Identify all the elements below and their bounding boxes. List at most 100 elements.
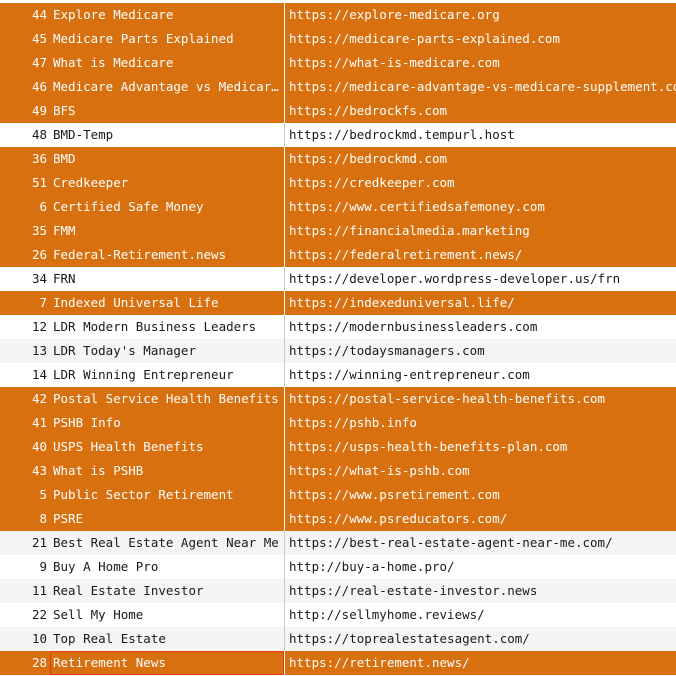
site-url-cell[interactable]: https://real-estate-investor.news (284, 579, 676, 603)
site-name-cell[interactable]: PSRE (50, 507, 284, 531)
site-url-cell[interactable]: https://medicare-advantage-vs-medicare-s… (284, 75, 676, 99)
site-id-cell: 12 (31, 319, 47, 334)
site-id-cell: 26 (31, 247, 47, 262)
site-name-cell[interactable]: BMD-Temp (50, 123, 284, 147)
site-name-cell[interactable]: Real Estate Investor (50, 579, 284, 603)
sites-table: 44 Explore Medicare https://explore-medica… (0, 0, 676, 675)
site-name-cell[interactable]: Best Real Estate Agent Near Me (50, 531, 284, 555)
table-row[interactable]: 44 Explore Medicare https://explore-medica… (0, 3, 676, 27)
site-url-cell[interactable]: https://best-real-estate-agent-near-me.c… (284, 531, 676, 555)
table-row[interactable]: 51 Credkeeper https://credkeeper.com (0, 171, 676, 195)
table-row[interactable]: 46 Medicare Advantage vs Medicare… https:/… (0, 75, 676, 99)
table-row[interactable]: 28 Retirement News https://retirement.news… (0, 651, 676, 675)
table-row[interactable]: 42 Postal Service Health Benefits https://… (0, 387, 676, 411)
site-id-cell: 48 (31, 127, 47, 142)
table-row[interactable]: 26 Federal-Retirement.news https://federal… (0, 243, 676, 267)
site-name-cell[interactable]: Sell My Home (50, 603, 284, 627)
site-url-cell[interactable]: https://postal-service-health-benefits.c… (284, 387, 676, 411)
site-url-cell[interactable]: https://www.psreducators.com/ (284, 507, 676, 531)
site-name-cell[interactable]: PSHB Info (50, 411, 284, 435)
table-row[interactable]: 41 PSHB Info https://pshb.info (0, 411, 676, 435)
site-id-cell: 21 (31, 535, 47, 550)
site-url-cell[interactable]: http://buy-a-home.pro/ (284, 555, 676, 579)
site-url-cell[interactable]: https://www.psretirement.com (284, 483, 676, 507)
site-id-cell: 9 (39, 559, 47, 574)
table-row[interactable]: 35 FMM https://financialmedia.marketing (0, 219, 676, 243)
table-row[interactable]: 10 Top Real Estate https://toprealestatesa… (0, 627, 676, 651)
site-id-cell: 6 (39, 199, 47, 214)
site-name-cell[interactable]: Explore Medicare (50, 3, 284, 27)
site-url-cell[interactable]: https://modernbusinessleaders.com (284, 315, 676, 339)
site-url-cell[interactable]: https://retirement.news/ (284, 651, 676, 675)
table-row[interactable]: 5 Public Sector Retirement https://www.psr… (0, 483, 676, 507)
site-url-cell[interactable]: https://medicare-parts-explained.com (284, 27, 676, 51)
site-name-cell[interactable]: Medicare Advantage vs Medicare… (50, 75, 284, 99)
table-row[interactable]: 36 BMD https://bedrockmd.com (0, 147, 676, 171)
site-name-cell[interactable]: Medicare Parts Explained (50, 27, 284, 51)
site-name-cell[interactable]: Postal Service Health Benefits (50, 387, 284, 411)
site-id-cell: 22 (31, 607, 47, 622)
table-row[interactable]: 34 FRN https://developer.wordpress-develop… (0, 267, 676, 291)
site-name-cell[interactable]: Retirement News (50, 651, 284, 675)
site-url-cell[interactable]: https://todaysmanagers.com (284, 339, 676, 363)
site-name-cell[interactable]: BMD (50, 147, 284, 171)
table-row[interactable]: 8 PSRE https://www.psreducators.com/ (0, 507, 676, 531)
site-url-cell[interactable]: https://bedrockmd.tempurl.host (284, 123, 676, 147)
site-id-cell: 42 (31, 391, 47, 406)
site-name-cell[interactable]: Credkeeper (50, 171, 284, 195)
site-url-cell[interactable]: https://winning-entrepreneur.com (284, 363, 676, 387)
site-name-cell[interactable]: LDR Today's Manager (50, 339, 284, 363)
site-name-cell[interactable]: Public Sector Retirement (50, 483, 284, 507)
site-name-cell[interactable]: Certified Safe Money (50, 195, 284, 219)
site-id-cell: 41 (31, 415, 47, 430)
site-url-cell[interactable]: https://credkeeper.com (284, 171, 676, 195)
site-url-cell[interactable]: https://indexeduniversal.life/ (284, 291, 676, 315)
site-name-cell[interactable]: What is PSHB (50, 459, 284, 483)
site-url-cell[interactable]: https://www.certifiedsafemoney.com (284, 195, 676, 219)
site-id-cell: 45 (31, 31, 47, 46)
site-id-cell: 7 (39, 295, 47, 310)
site-name-cell[interactable]: FMM (50, 219, 284, 243)
site-url-cell[interactable]: https://toprealestatesagent.com/ (284, 627, 676, 651)
site-name-cell[interactable]: What is Medicare (50, 51, 284, 75)
site-name-cell[interactable]: USPS Health Benefits (50, 435, 284, 459)
site-url-cell[interactable]: https://financialmedia.marketing (284, 219, 676, 243)
site-url-cell[interactable]: https://federalretirement.news/ (284, 243, 676, 267)
table-row[interactable]: 13 LDR Today's Manager https://todaysmanag… (0, 339, 676, 363)
site-name-cell[interactable]: LDR Modern Business Leaders (50, 315, 284, 339)
table-row[interactable]: 47 What is Medicare https://what-is-medica… (0, 51, 676, 75)
table-row[interactable]: 9 Buy A Home Pro http://buy-a-home.pro/ (0, 555, 676, 579)
table-row[interactable]: 11 Real Estate Investor https://real-estat… (0, 579, 676, 603)
site-id-cell: 40 (31, 439, 47, 454)
site-url-cell[interactable]: https://what-is-pshb.com (284, 459, 676, 483)
table-row[interactable]: 49 BFS https://bedrockfs.com (0, 99, 676, 123)
sites-table-body: 44 Explore Medicare https://explore-medica… (0, 3, 676, 675)
site-name-cell[interactable]: Buy A Home Pro (50, 555, 284, 579)
site-url-cell[interactable]: http://sellmyhome.reviews/ (284, 603, 676, 627)
table-row[interactable]: 43 What is PSHB https://what-is-pshb.com (0, 459, 676, 483)
site-id-cell: 47 (31, 55, 47, 70)
table-row[interactable]: 45 Medicare Parts Explained https://medica… (0, 27, 676, 51)
site-url-cell[interactable]: https://explore-medicare.org (284, 3, 676, 27)
site-name-cell[interactable]: Federal-Retirement.news (50, 243, 284, 267)
table-row[interactable]: 6 Certified Safe Money https://www.certifi… (0, 195, 676, 219)
site-name-cell[interactable]: FRN (50, 267, 284, 291)
site-name-cell[interactable]: Top Real Estate (50, 627, 284, 651)
table-row[interactable]: 21 Best Real Estate Agent Near Me https://… (0, 531, 676, 555)
site-name-cell[interactable]: Indexed Universal Life (50, 291, 284, 315)
table-row[interactable]: 12 LDR Modern Business Leaders https://mod… (0, 315, 676, 339)
site-url-cell[interactable]: https://usps-health-benefits-plan.com (284, 435, 676, 459)
site-url-cell[interactable]: https://what-is-medicare.com (284, 51, 676, 75)
site-id-cell: 35 (31, 223, 47, 238)
site-name-cell[interactable]: BFS (50, 99, 284, 123)
site-url-cell[interactable]: https://bedrockfs.com (284, 99, 676, 123)
table-row[interactable]: 7 Indexed Universal Life https://indexedun… (0, 291, 676, 315)
table-row[interactable]: 48 BMD-Temp https://bedrockmd.tempurl.host (0, 123, 676, 147)
site-url-cell[interactable]: https://developer.wordpress-developer.us… (284, 267, 676, 291)
table-row[interactable]: 22 Sell My Home http://sellmyhome.reviews/ (0, 603, 676, 627)
site-url-cell[interactable]: https://pshb.info (284, 411, 676, 435)
site-name-cell[interactable]: LDR Winning Entrepreneur (50, 363, 284, 387)
site-url-cell[interactable]: https://bedrockmd.com (284, 147, 676, 171)
table-row[interactable]: 40 USPS Health Benefits https://usps-healt… (0, 435, 676, 459)
table-row[interactable]: 14 LDR Winning Entrepreneur https://winnin… (0, 363, 676, 387)
